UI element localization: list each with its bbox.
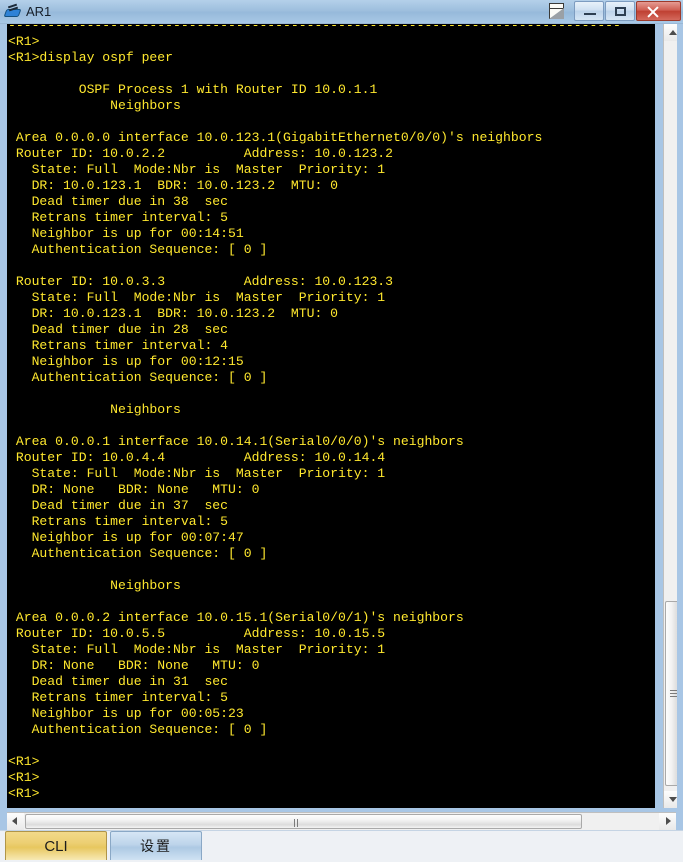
tab-cli[interactable]: CLI [5, 831, 107, 860]
minimize-icon [584, 13, 596, 15]
scroll-up-button[interactable] [664, 24, 682, 41]
chevron-up-icon [669, 30, 677, 35]
horizontal-scrollbar-thumb[interactable] [25, 814, 582, 845]
vertical-scrollbar[interactable] [663, 24, 682, 808]
chevron-down-icon [669, 797, 677, 802]
scroll-left-button[interactable] [7, 813, 24, 830]
chevron-right-icon [666, 817, 671, 825]
vertical-scrollbar-thumb[interactable] [665, 601, 681, 786]
window-title: AR1 [26, 3, 52, 19]
restore-window-button[interactable] [545, 1, 569, 21]
tab-settings[interactable]: 设置 [110, 831, 202, 860]
scrollbar-grip-icon [294, 819, 301, 845]
maximize-icon [615, 7, 626, 16]
window-controls [544, 1, 681, 23]
window-titlebar: AR1 [0, 0, 683, 24]
router-icon [3, 2, 23, 22]
scrollbar-grip-icon [670, 690, 678, 697]
ar1-router-cli-window: AR1 ------------------------------------… [0, 0, 683, 862]
horizontal-scrollbar[interactable] [7, 812, 676, 845]
close-button[interactable] [636, 1, 681, 21]
restore-icon [549, 3, 564, 19]
maximize-button[interactable] [605, 1, 635, 21]
chevron-left-icon [12, 817, 17, 825]
scroll-down-button[interactable] [664, 791, 682, 808]
bottom-tabbar: CLI 设置 @51CTO博客 [0, 830, 683, 862]
terminal-area: ----------------------------------------… [0, 24, 683, 812]
tab-settings-label: 设置 [140, 839, 172, 855]
minimize-button[interactable] [574, 1, 604, 21]
terminal-console[interactable]: ----------------------------------------… [7, 24, 655, 808]
tab-cli-label: CLI [44, 837, 68, 855]
terminal-output: ----------------------------------------… [8, 24, 621, 801]
scroll-right-button[interactable] [659, 813, 676, 830]
